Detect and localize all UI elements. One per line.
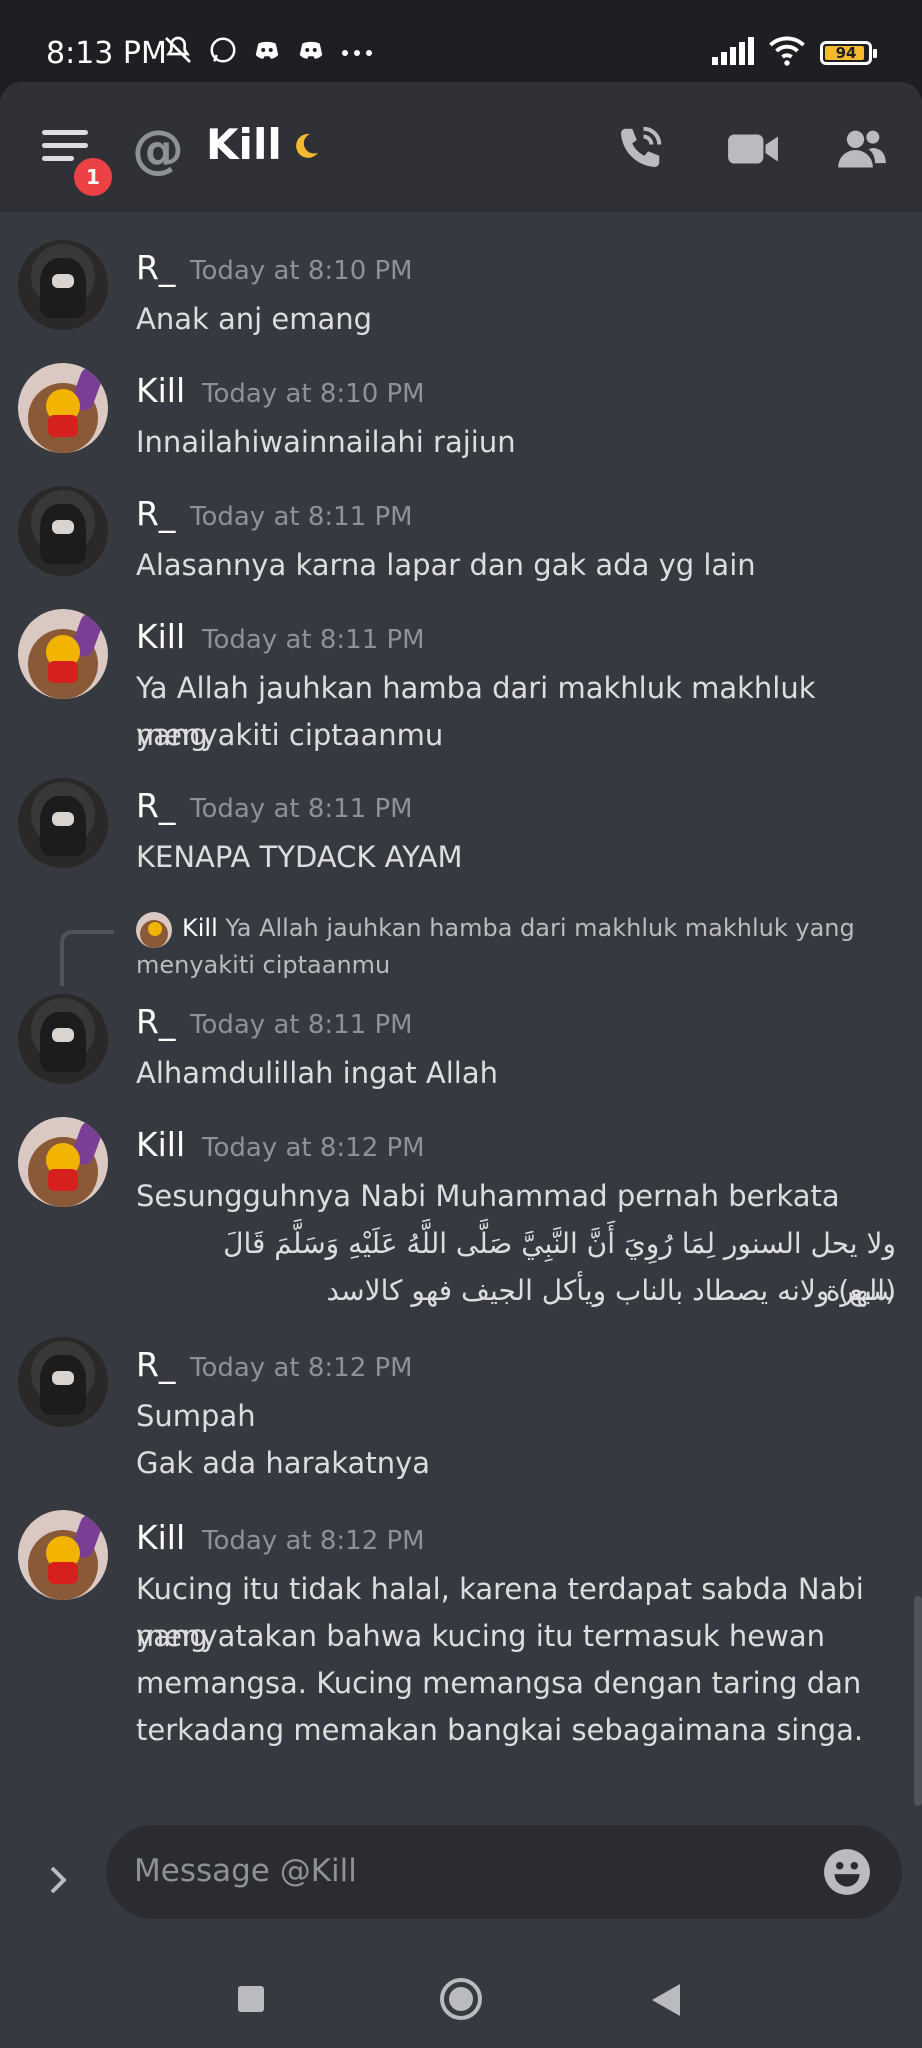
status-time: 8:13 PM bbox=[46, 36, 167, 71]
message-text: menyakiti ciptaanmu bbox=[136, 718, 444, 752]
back-triangle-icon[interactable] bbox=[650, 1982, 682, 2022]
video-call-icon[interactable] bbox=[726, 126, 780, 176]
system-nav-bar bbox=[0, 1962, 922, 2048]
message-timestamp: Today at 8:12 PM bbox=[202, 1526, 425, 1556]
avatar[interactable] bbox=[18, 609, 108, 699]
notification-badge: 1 bbox=[70, 154, 116, 200]
message-author[interactable]: R_ bbox=[136, 1345, 175, 1384]
avatar[interactable] bbox=[18, 1117, 108, 1207]
message-text: Gak ada harakatnya bbox=[136, 1446, 431, 1480]
message-text: Anak anj emang bbox=[136, 302, 373, 336]
message-text: Alhamdulillah ingat Allah bbox=[136, 1056, 498, 1090]
mute-icon bbox=[162, 34, 194, 70]
message-author[interactable]: R_ bbox=[136, 248, 175, 287]
emoji-icon[interactable] bbox=[822, 1847, 872, 1901]
message-author[interactable]: Kill bbox=[136, 371, 185, 410]
avatar[interactable] bbox=[18, 778, 108, 868]
message-timestamp: Today at 8:11 PM bbox=[202, 625, 425, 655]
message-text: memangsa. Kucing memangsa dengan taring … bbox=[136, 1666, 862, 1700]
moon-icon bbox=[290, 130, 322, 166]
voice-call-icon[interactable] bbox=[612, 122, 666, 180]
avatar[interactable] bbox=[18, 363, 108, 453]
message-timestamp: Today at 8:11 PM bbox=[190, 794, 413, 824]
recents-square-icon[interactable] bbox=[236, 1984, 266, 2018]
signal-icon bbox=[712, 37, 754, 69]
message-text-arabic: سبع) ولانه يصطاد بالناب ويأكل الجيف فهو … bbox=[326, 1274, 896, 1307]
message-author[interactable]: R_ bbox=[136, 786, 175, 825]
message-input[interactable]: Message @Kill bbox=[106, 1825, 902, 1919]
message-timestamp: Today at 8:10 PM bbox=[202, 379, 425, 409]
avatar[interactable] bbox=[18, 1510, 108, 1600]
discord-icon bbox=[252, 35, 282, 69]
message-timestamp: Today at 8:10 PM bbox=[190, 256, 413, 286]
channel-header: 1 @ Kill bbox=[0, 82, 922, 212]
more-icon bbox=[340, 43, 374, 62]
discord-icon bbox=[296, 35, 326, 69]
at-icon: @ bbox=[132, 120, 184, 180]
reply-author: Kill bbox=[182, 914, 218, 942]
message-author[interactable]: R_ bbox=[136, 1002, 175, 1041]
scrollbar[interactable] bbox=[914, 1596, 922, 1806]
message-text: Alasannya karna lapar dan gak ada yg lai… bbox=[136, 548, 756, 582]
home-circle-icon[interactable] bbox=[438, 1976, 484, 2026]
message-text: terkadang memakan bangkai sebagaimana si… bbox=[136, 1713, 864, 1747]
wifi-icon bbox=[768, 36, 806, 70]
message-text: Sesungguhnya Nabi Muhammad pernah berkat… bbox=[136, 1179, 840, 1213]
avatar[interactable] bbox=[18, 240, 108, 330]
dm-chat-screen: 1 @ Kill R_ Today at 8:10 PM Anak anj em… bbox=[0, 82, 922, 2048]
reply-text: Ya Allah jauhkan hamba dari makhluk makh… bbox=[136, 914, 855, 979]
message-author[interactable]: Kill bbox=[136, 1125, 185, 1164]
message-timestamp: Today at 8:12 PM bbox=[202, 1133, 425, 1163]
message-timestamp: Today at 8:12 PM bbox=[190, 1353, 413, 1383]
battery-level: 94 bbox=[835, 44, 857, 62]
avatar[interactable] bbox=[18, 1337, 108, 1427]
page-title: Kill bbox=[206, 120, 282, 169]
message-input-placeholder: Message @Kill bbox=[134, 1853, 357, 1889]
hamburger-icon bbox=[42, 130, 88, 135]
reply-connector bbox=[60, 930, 114, 986]
avatar[interactable] bbox=[18, 486, 108, 576]
message-author[interactable]: Kill bbox=[136, 617, 185, 656]
members-icon[interactable] bbox=[836, 122, 888, 178]
status-bar: 8:13 PM 94 bbox=[0, 0, 922, 84]
message-text: KENAPA TYDACK AYAM bbox=[136, 840, 463, 874]
message-timestamp: Today at 8:11 PM bbox=[190, 502, 413, 532]
message-author[interactable]: R_ bbox=[136, 494, 175, 533]
whatsapp-icon bbox=[208, 35, 238, 69]
message-text: Sumpah bbox=[136, 1399, 256, 1433]
reply-preview: Kill Ya Allah jauhkan hamba dari makhluk… bbox=[136, 910, 916, 984]
battery-icon: 94 bbox=[820, 41, 877, 65]
message-text: menyatakan bahwa kucing itu termasuk hew… bbox=[136, 1619, 826, 1653]
message-text: Innailahiwainnailahi rajiun bbox=[136, 425, 516, 459]
message-author[interactable]: Kill bbox=[136, 1518, 185, 1557]
avatar[interactable] bbox=[18, 994, 108, 1084]
expand-chevron-icon[interactable] bbox=[40, 1862, 76, 1902]
message-timestamp: Today at 8:11 PM bbox=[190, 1010, 413, 1040]
